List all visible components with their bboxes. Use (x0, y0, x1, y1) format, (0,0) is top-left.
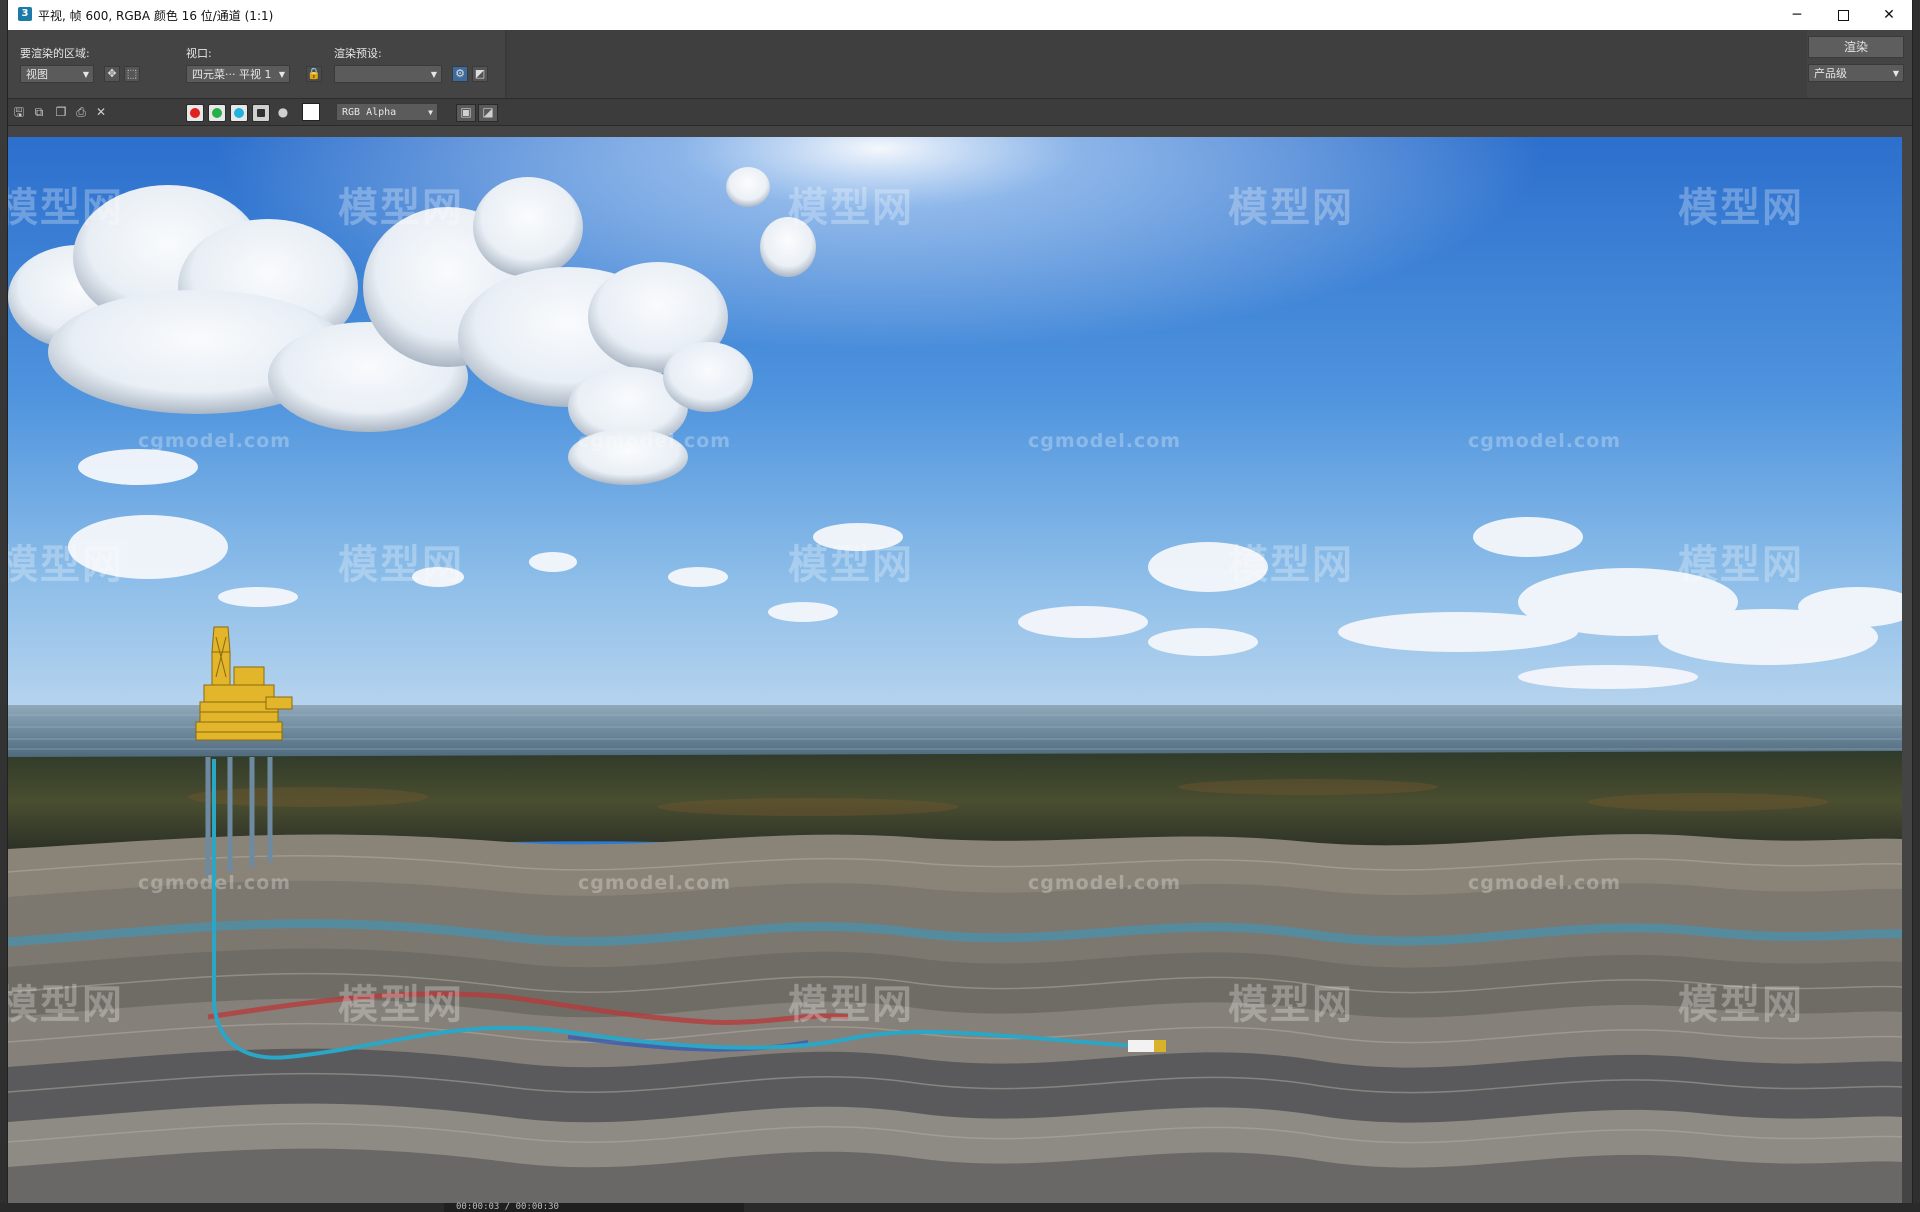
maximize-icon (1837, 9, 1849, 21)
app-icon: 3 (18, 7, 32, 21)
panel-divider (505, 30, 507, 98)
red-channel-icon (190, 108, 200, 118)
green-channel-icon (212, 108, 222, 118)
render-canvas (8, 137, 1902, 1203)
title-bar[interactable]: 3 平视, 帧 600, RGBA 颜色 16 位/通道 (1:1) ─ ✕ (8, 0, 1912, 30)
environment-effects-icon[interactable]: ◩ (472, 66, 488, 82)
edit-region-icon[interactable]: ✥ (104, 66, 120, 82)
viewport-label: 视口: (186, 47, 212, 60)
viewport-value: 四元菜··· 平视 1 (192, 68, 272, 81)
display-channel-value: RGB Alpha (342, 107, 397, 118)
rendered-image: 模型网 模型网 模型网 模型网 模型网 cgmodel.com cgmodel.… (8, 137, 1902, 1203)
clone-frame-icon[interactable]: ❐ (54, 105, 68, 119)
window-title: 平视, 帧 600, RGBA 颜色 16 位/通道 (1:1) (38, 9, 274, 23)
lock-icon[interactable]: 🔒 (306, 66, 322, 82)
chevron-down-icon: ▼ (430, 70, 437, 79)
chevron-down-icon: ▼ (428, 108, 433, 117)
alpha-channel-toggle[interactable] (252, 104, 270, 122)
chevron-down-icon: ▼ (278, 70, 285, 79)
close-button[interactable]: ✕ (1866, 0, 1912, 30)
display-channel-dropdown[interactable]: RGB Alpha ▼ (336, 103, 438, 121)
area-to-render-value: 视图 (26, 68, 48, 81)
green-channel-toggle[interactable] (208, 104, 226, 122)
toggle-ui-overlay-icon[interactable]: ▣ (456, 104, 476, 122)
area-to-render-dropdown[interactable]: 视图 ▼ (20, 65, 94, 83)
area-to-render-group: 要渲染的区域: 视图 ▼ ✥ ⬚ (14, 30, 154, 98)
timeline-strip: 00:00:03 / 00:00:30 (0, 1202, 1920, 1212)
print-icon[interactable]: ⎙ (74, 105, 88, 119)
minimize-button[interactable]: ─ (1774, 0, 1820, 30)
render-setup-icon[interactable]: ⚙ (452, 66, 468, 82)
alpha-channel-icon (257, 109, 265, 117)
desktop-left-strip (0, 0, 8, 1212)
area-to-render-label: 要渲染的区域: (20, 47, 90, 60)
clear-icon[interactable]: ✕ (94, 105, 108, 119)
desktop-right-strip (1912, 0, 1920, 1212)
frame-toolbar: 🖫 ⧉ ❐ ⎙ ✕ ● RGB Alpha ▼ ▣ ◪ (8, 98, 1912, 126)
toggle-ui-icon[interactable]: ◪ (478, 104, 498, 122)
chevron-down-icon: ▼ (1892, 69, 1899, 78)
viewport-dropdown[interactable]: 四元菜··· 平视 1 ▼ (186, 65, 290, 83)
background-color-swatch[interactable] (302, 103, 320, 121)
render-quality-value: 产品级 (1814, 67, 1847, 80)
render-preset-group: 渲染预设: ▼ ⚙ ◩ (334, 30, 504, 98)
render-preset-label: 渲染预设: (334, 47, 382, 60)
panel-empty-area (507, 30, 1807, 98)
chevron-down-icon: ▼ (82, 70, 89, 79)
render-quality-dropdown[interactable]: 产品级 ▼ (1808, 64, 1904, 82)
red-channel-toggle[interactable] (186, 104, 204, 122)
blue-channel-icon (234, 108, 244, 118)
render-preset-dropdown[interactable]: ▼ (334, 65, 442, 83)
monochrome-icon[interactable]: ● (276, 105, 290, 119)
render-button[interactable]: 渲染 (1808, 36, 1904, 58)
copy-image-icon[interactable]: ⧉ (32, 105, 46, 119)
render-settings-panel: 要渲染的区域: 视图 ▼ ✥ ⬚ 视口: 四元菜··· 平视 1 ▼ 🔒 渲染预… (8, 30, 1912, 98)
save-image-icon[interactable]: 🖫 (12, 105, 26, 119)
viewport-group: 视口: 四元菜··· 平视 1 ▼ 🔒 (186, 30, 346, 98)
auto-region-icon[interactable]: ⬚ (124, 66, 140, 82)
blue-channel-toggle[interactable] (230, 104, 248, 122)
timeline-time: 00:00:03 / 00:00:30 (456, 1202, 559, 1212)
maximize-button[interactable] (1820, 0, 1866, 30)
